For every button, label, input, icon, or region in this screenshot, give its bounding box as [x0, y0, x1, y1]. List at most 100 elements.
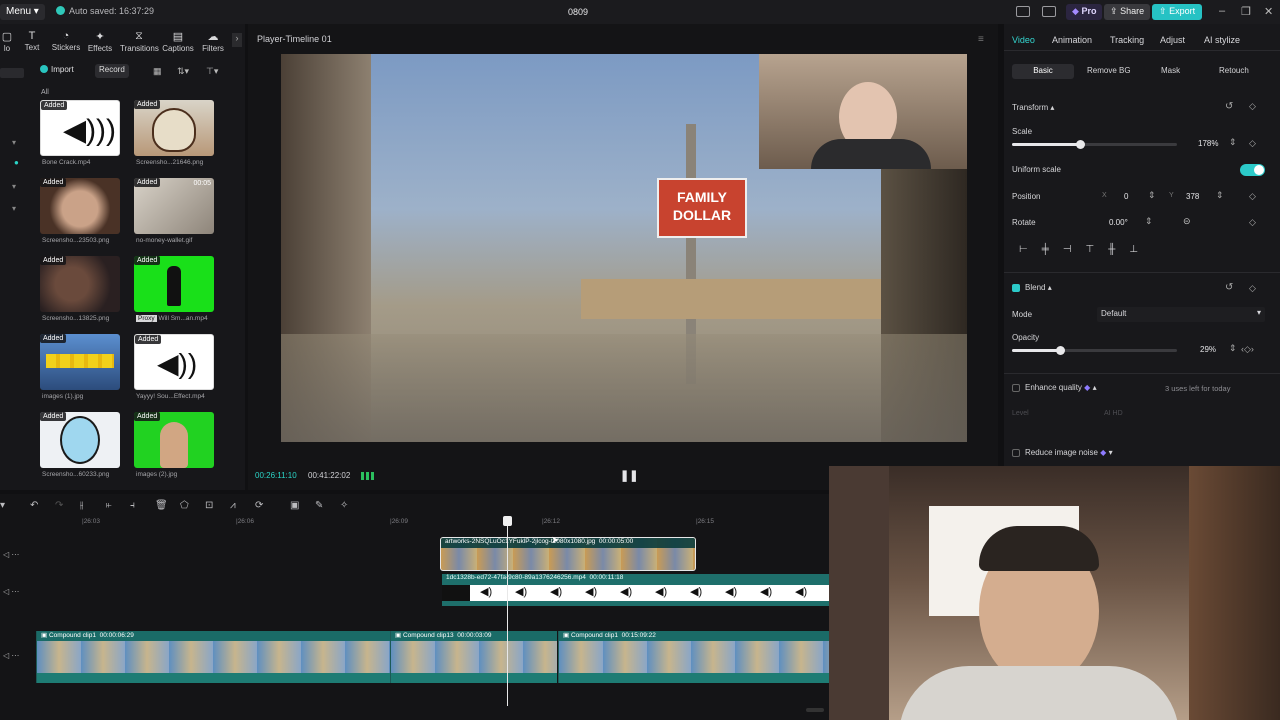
reset-icon[interactable]: ↺: [1225, 101, 1233, 112]
level-dropdown[interactable]: AI HD: [1100, 408, 1265, 421]
subtab-basic[interactable]: Basic: [1012, 64, 1074, 79]
mirror-icon[interactable]: ⩘: [230, 500, 236, 511]
sidebar-item-local[interactable]: [0, 68, 24, 78]
shortcuts-icon[interactable]: [1042, 6, 1056, 17]
keyframe-icon[interactable]: ◇: [1249, 283, 1256, 294]
stepper-icon[interactable]: ⇕: [1229, 137, 1237, 148]
share-button[interactable]: ⇪ Share: [1104, 4, 1151, 20]
chevron-down-icon[interactable]: ▾: [12, 204, 16, 213]
media-item[interactable]: Added 00:05: [134, 178, 214, 234]
sidebar-item-active[interactable]: ●: [14, 158, 19, 167]
layout-icon[interactable]: [1016, 6, 1030, 17]
keyframe-icon[interactable]: ◇: [1249, 217, 1256, 228]
toolbar-filters[interactable]: ☁ Filters: [194, 30, 232, 53]
pos-y-input[interactable]: 378: [1186, 192, 1199, 201]
rotate-icon[interactable]: ⟳: [255, 500, 263, 511]
media-item[interactable]: ◀)) Added: [134, 334, 214, 390]
media-item[interactable]: Added: [134, 256, 214, 312]
delete-icon[interactable]: 🗑: [155, 500, 168, 511]
media-item[interactable]: Added: [134, 412, 214, 468]
blend-checkbox[interactable]: [1012, 284, 1020, 292]
keyframe-icon[interactable]: ◇: [1249, 191, 1256, 202]
ai-icon[interactable]: ✧: [340, 500, 348, 511]
subtab-mask[interactable]: Mask: [1153, 64, 1188, 79]
track-audio-icon[interactable]: ◁ ⋯: [3, 651, 19, 660]
timeline-clip-compound[interactable]: ▣ Compound clip1 00:00:06:29: [36, 631, 390, 683]
chevron-down-icon[interactable]: ▾: [12, 138, 16, 147]
timeline-scrollbar[interactable]: [806, 708, 824, 712]
subtab-retouch[interactable]: Retouch: [1211, 64, 1257, 79]
maximize-icon[interactable]: ❐: [1241, 5, 1251, 18]
filter-icon[interactable]: ⊤▾: [206, 66, 218, 77]
enhance-section[interactable]: Enhance quality ◆ ▴: [1025, 383, 1097, 392]
split-icon[interactable]: ⫲: [80, 500, 83, 511]
timeline-clip-audio[interactable]: 1dc1328b-ed72-47fa-9c80-89a1376246256.mp…: [442, 574, 830, 606]
keyframe-icon[interactable]: ◇: [1249, 138, 1256, 149]
close-icon[interactable]: ✕: [1264, 5, 1273, 18]
align-buttons[interactable]: ⊢╪⊣⊤╫⊥: [1019, 244, 1152, 255]
track-audio-icon[interactable]: ◁ ⋯: [3, 587, 19, 596]
magic-icon[interactable]: ✎: [315, 500, 323, 511]
chevron-right-icon[interactable]: ›: [232, 33, 242, 47]
toolbar-transitions[interactable]: ⧖ Transitions: [120, 30, 159, 53]
rotate-input[interactable]: 0.00°: [1109, 218, 1128, 227]
transform-section[interactable]: Transform ▴: [1012, 103, 1054, 112]
keyframe-nav-icon[interactable]: ‹◇›: [1241, 344, 1254, 355]
trim-right-icon[interactable]: ⫞: [130, 500, 135, 511]
menu-button[interactable]: Menu ▾: [0, 4, 45, 20]
tab-adjust[interactable]: Adjust: [1160, 35, 1185, 45]
stepper-icon[interactable]: ⇕: [1216, 190, 1224, 201]
playhead-handle[interactable]: [503, 516, 512, 526]
undo-icon[interactable]: ↶: [30, 500, 38, 511]
toolbar-captions[interactable]: ▤ Captions: [159, 30, 197, 53]
tab-animation[interactable]: Animation: [1052, 35, 1092, 45]
toolbar-effects[interactable]: ✦ Effects: [81, 30, 119, 53]
subtab-remove-bg[interactable]: Remove BG: [1079, 64, 1139, 79]
pro-button[interactable]: ◆ Pro: [1066, 4, 1103, 20]
align-left-icon[interactable]: ⊢: [1019, 244, 1042, 255]
freeze-icon[interactable]: ▣: [290, 500, 299, 511]
marker-icon[interactable]: ⬠: [180, 500, 189, 511]
minimize-icon[interactable]: –: [1219, 5, 1225, 17]
keyframe-icon[interactable]: ◇: [1249, 101, 1256, 112]
uniform-scale-toggle[interactable]: [1240, 164, 1265, 176]
tab-ai-stylize[interactable]: AI stylize: [1204, 35, 1240, 45]
slider-knob[interactable]: [1076, 140, 1085, 149]
export-button[interactable]: ⇧ Export: [1152, 4, 1203, 20]
trim-left-icon[interactable]: ⫦: [106, 500, 112, 511]
stepper-icon[interactable]: ⇕: [1148, 190, 1156, 201]
align-center-icon[interactable]: ╪: [1042, 244, 1063, 255]
sort-icon[interactable]: ⇅▾: [177, 66, 189, 77]
stepper-icon[interactable]: ⇕: [1229, 343, 1237, 354]
media-item[interactable]: Added: [40, 412, 120, 468]
toolbar-stickers[interactable]: ◔ Stickers: [47, 30, 85, 52]
align-top-icon[interactable]: ⊤: [1086, 244, 1109, 255]
slider-knob[interactable]: [1056, 346, 1065, 355]
timeline-clip-compound[interactable]: ▣ Compound clip13 00:00:03:09: [390, 631, 557, 683]
import-button[interactable]: Import: [40, 65, 74, 79]
toolbar-text[interactable]: T Text: [13, 30, 51, 52]
crop-icon[interactable]: ⊡: [205, 500, 213, 511]
rotate-dial-icon[interactable]: ⊝: [1183, 216, 1191, 227]
media-item[interactable]: Added: [40, 334, 120, 390]
align-middle-icon[interactable]: ╫: [1108, 244, 1129, 255]
pos-x-input[interactable]: 0: [1124, 192, 1128, 201]
scale-value[interactable]: 178%: [1198, 139, 1218, 148]
opacity-slider[interactable]: [1012, 346, 1177, 355]
redo-icon[interactable]: ↷: [55, 500, 63, 511]
playhead[interactable]: [503, 516, 512, 706]
enhance-checkbox[interactable]: [1012, 384, 1020, 392]
chevron-down-icon[interactable]: ▾: [0, 500, 5, 511]
noise-checkbox[interactable]: [1012, 449, 1020, 457]
tab-tracking[interactable]: Tracking: [1110, 35, 1144, 45]
pause-icon[interactable]: ❚❚: [620, 469, 638, 482]
blend-section[interactable]: Blend ▴: [1025, 283, 1052, 292]
media-item[interactable]: Added: [134, 100, 214, 156]
media-item[interactable]: Added: [40, 256, 120, 312]
media-item[interactable]: ◀))) Added: [40, 100, 120, 156]
tab-video[interactable]: Video: [1012, 35, 1035, 45]
media-item[interactable]: Added: [40, 178, 120, 234]
menu-icon[interactable]: ≡: [978, 34, 984, 45]
mode-dropdown[interactable]: Default ▾: [1097, 307, 1265, 322]
timeline-clip-compound[interactable]: ▣ Compound clip1 00:15:09:22: [558, 631, 830, 683]
